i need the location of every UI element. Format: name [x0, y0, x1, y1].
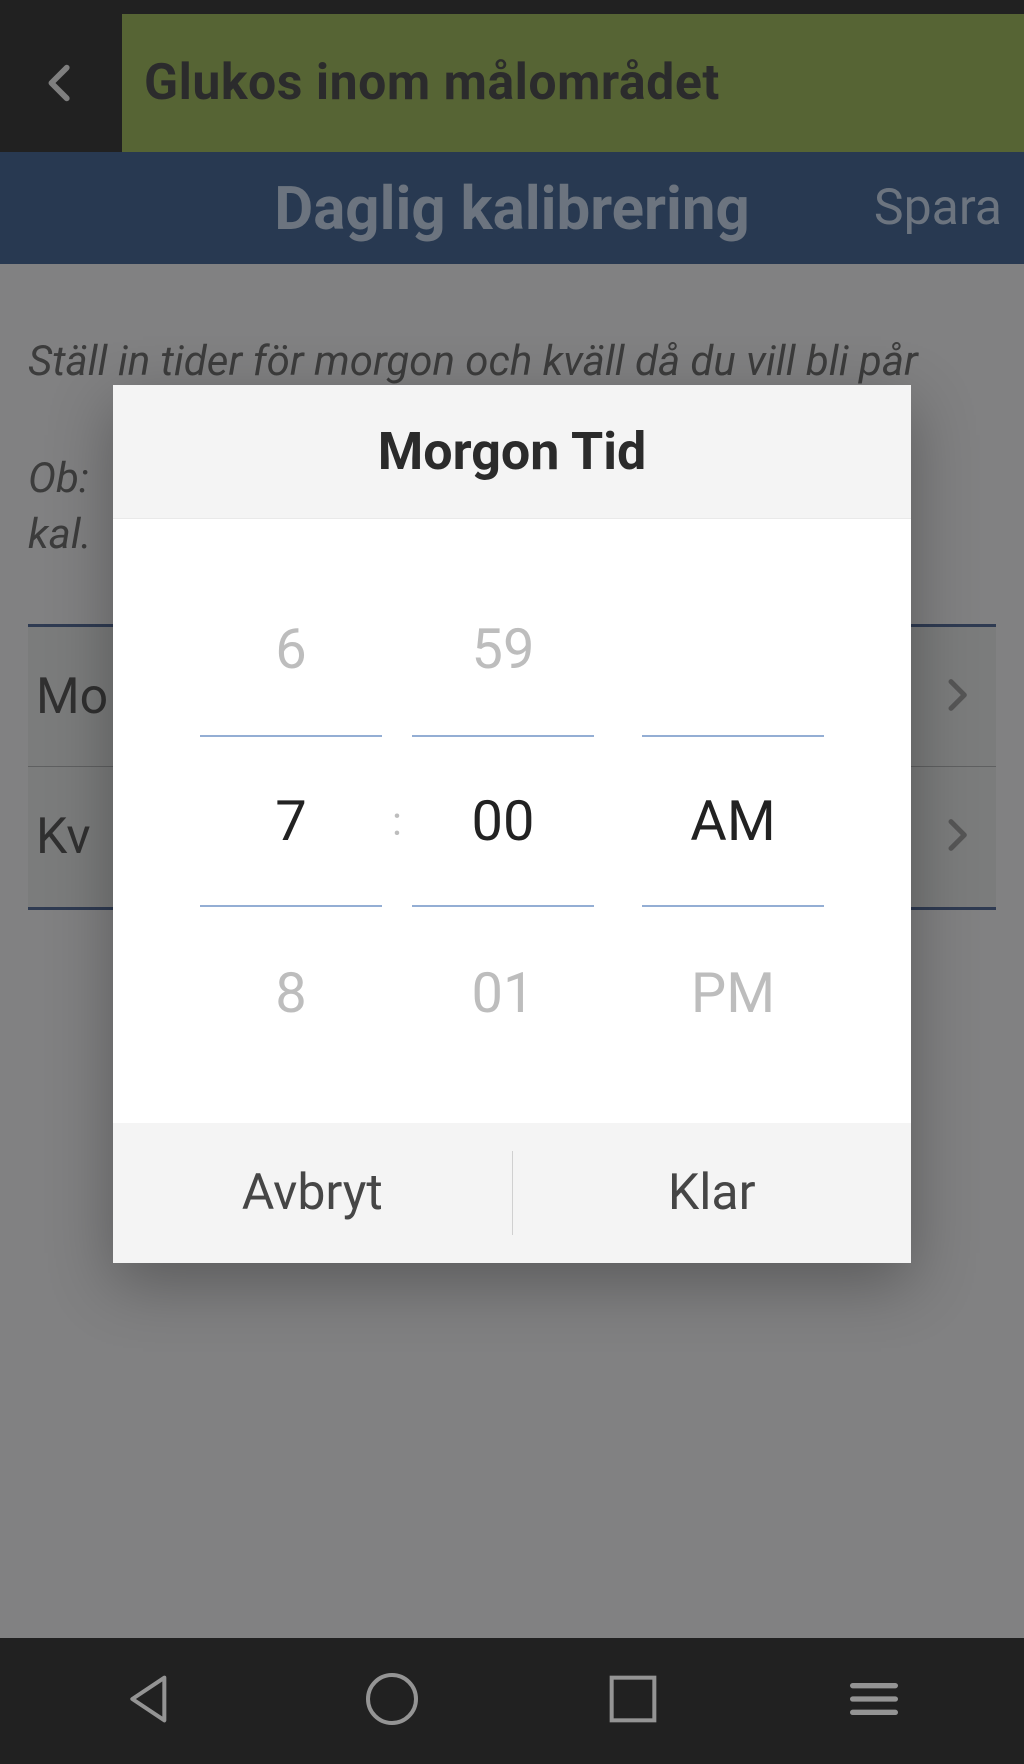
- dialog-title: Morgon Tid: [378, 421, 646, 482]
- modal-overlay[interactable]: Morgon Tid 6 7 8 : 59 00 01 AM PM: [0, 0, 1024, 1764]
- hour-prev: 6: [200, 563, 382, 735]
- done-button[interactable]: Klar: [513, 1123, 912, 1263]
- dialog-title-bar: Morgon Tid: [113, 385, 911, 519]
- hour-current: 7: [200, 735, 382, 907]
- app-screen: Glukos inom målområdet Daglig kalibrerin…: [0, 0, 1024, 1764]
- minute-next: 01: [412, 907, 594, 1079]
- minute-prev: 59: [412, 563, 594, 735]
- minute-current: 00: [412, 735, 594, 907]
- dialog-actions: Avbryt Klar: [113, 1123, 911, 1263]
- colon-separator: :: [382, 798, 412, 845]
- hour-column[interactable]: 6 7 8: [200, 563, 382, 1079]
- hour-next: 8: [200, 907, 382, 1079]
- time-picker-dialog: Morgon Tid 6 7 8 : 59 00 01 AM PM: [113, 385, 911, 1263]
- minute-column[interactable]: 59 00 01: [412, 563, 594, 1079]
- ampm-column[interactable]: AM PM: [642, 563, 824, 1079]
- time-picker: 6 7 8 : 59 00 01 AM PM: [113, 519, 911, 1123]
- ampm-current: AM: [642, 735, 824, 907]
- ampm-next: PM: [642, 907, 824, 1079]
- cancel-button[interactable]: Avbryt: [113, 1123, 512, 1263]
- ampm-prev: [642, 563, 824, 735]
